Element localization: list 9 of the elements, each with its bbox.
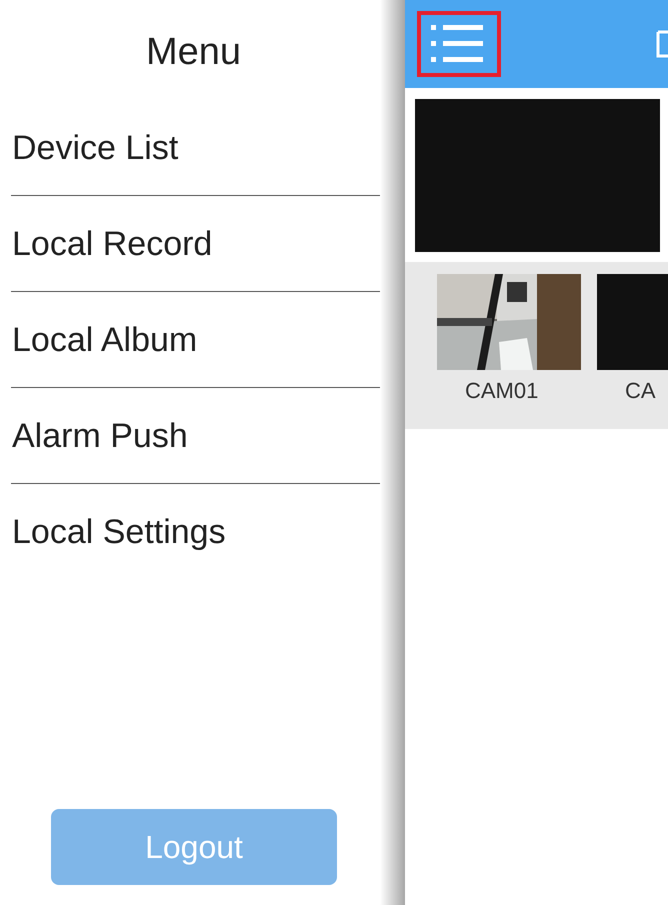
camera-label: CA <box>625 378 656 404</box>
menu-item[interactable]: Local Settings <box>11 484 380 580</box>
menu-item[interactable]: Local Record <box>11 196 380 292</box>
menu-title: Menu <box>146 30 242 75</box>
menu-item[interactable]: Local Album <box>11 292 380 388</box>
menu-item[interactable]: Alarm Push <box>11 388 380 484</box>
camera-label: CAM01 <box>465 378 538 404</box>
menu-button[interactable] <box>417 11 501 77</box>
menu-item[interactable]: Device List <box>11 100 380 196</box>
